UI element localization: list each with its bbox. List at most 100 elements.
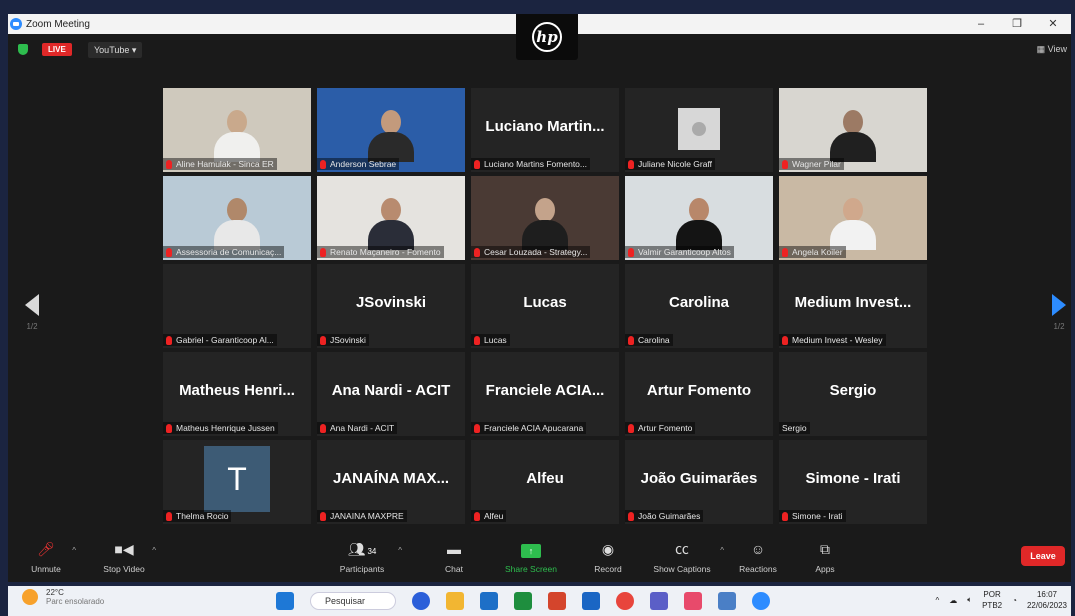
participant-tile[interactable]: Valmir Garanticoop Altos bbox=[625, 176, 773, 260]
unmute-button[interactable]: 🎤︎ ^ Unmute bbox=[28, 540, 76, 574]
excel-icon[interactable] bbox=[514, 592, 532, 610]
microphone-muted-icon bbox=[782, 247, 788, 257]
mail-icon[interactable] bbox=[480, 592, 498, 610]
chevron-up-icon[interactable]: ^ bbox=[720, 546, 724, 555]
leave-button[interactable]: Leave bbox=[1021, 546, 1065, 566]
participant-tile[interactable]: Lucas Lucas bbox=[471, 264, 619, 348]
stop-video-button[interactable]: ■◀ ^ Stop Video bbox=[96, 540, 156, 574]
record-button[interactable]: ◉ Record bbox=[588, 540, 628, 574]
participant-tile[interactable]: Franciele ACIA... Franciele ACIA Apucaran… bbox=[471, 352, 619, 436]
minimize-button[interactable]: – bbox=[963, 14, 999, 34]
tray-chevron-up-icon[interactable]: ^ bbox=[936, 596, 940, 605]
participants-label: Participants bbox=[339, 564, 385, 574]
chevron-up-icon[interactable]: ^ bbox=[152, 546, 156, 555]
participant-tile[interactable]: João Guimarães João Guimarães bbox=[625, 440, 773, 524]
participant-name-label: Simone - Irati bbox=[779, 510, 846, 522]
participant-tile[interactable]: Simone - Irati Simone - Irati bbox=[779, 440, 927, 524]
apps-button[interactable]: ⧉ Apps bbox=[810, 540, 840, 574]
microphone-muted-icon bbox=[166, 247, 172, 257]
participant-tile[interactable]: Wagner Pilar bbox=[779, 88, 927, 172]
app-icon[interactable] bbox=[684, 592, 702, 610]
task-view-icon[interactable] bbox=[412, 592, 430, 610]
participant-tile[interactable]: Juliane Nicole Graff bbox=[625, 88, 773, 172]
participant-name-label: Ana Nardi - ACIT bbox=[317, 422, 398, 434]
participant-tile[interactable]: Artur Fomento Artur Fomento bbox=[625, 352, 773, 436]
participant-name: Ana Nardi - ACIT bbox=[330, 423, 395, 433]
participant-figure bbox=[368, 110, 414, 162]
participant-figure bbox=[214, 198, 260, 250]
microphone-muted-icon bbox=[628, 511, 634, 521]
participant-tile[interactable]: Angela Koiler bbox=[779, 176, 927, 260]
outlook-icon[interactable] bbox=[582, 592, 600, 610]
reactions-label: Reactions bbox=[739, 564, 777, 574]
participant-tile[interactable]: JSovinski JSovinski bbox=[317, 264, 465, 348]
participant-tile[interactable]: Cesar Louzada - Strategy... bbox=[471, 176, 619, 260]
chevron-up-icon[interactable]: ^ bbox=[398, 546, 402, 555]
microphone-muted-icon bbox=[628, 159, 634, 169]
participant-tile[interactable]: Sergio Sergio bbox=[779, 352, 927, 436]
microphone-muted-icon bbox=[320, 511, 326, 521]
participant-name-label: Franciele ACIA Apucarana bbox=[471, 422, 587, 434]
next-page-button[interactable]: 1/2 bbox=[1047, 294, 1071, 331]
participant-tile[interactable]: Medium Invest... Medium Invest - Wesley bbox=[779, 264, 927, 348]
participant-tile[interactable]: Alfeu Alfeu bbox=[471, 440, 619, 524]
participant-name-label: Gabriel - Garanticoop Al... bbox=[163, 334, 277, 346]
close-button[interactable]: ✕ bbox=[1035, 14, 1071, 34]
participant-name-label: Sergio bbox=[779, 422, 810, 434]
weather-widget[interactable]: 22°C Parc ensolarado bbox=[22, 588, 104, 606]
restore-button[interactable]: ❐ bbox=[999, 14, 1035, 34]
participant-tile[interactable]: Assessoria de Comunicaç... bbox=[163, 176, 311, 260]
microphone-muted-icon bbox=[782, 335, 788, 345]
chat-button[interactable]: ▬ Chat bbox=[436, 540, 472, 574]
clock-date: 22/06/2023 bbox=[1026, 601, 1067, 610]
participant-tile[interactable]: JANAÍNA MAX... JANAINA MAXPRE bbox=[317, 440, 465, 524]
taskbar-clock[interactable]: 16:07 22/06/2023 bbox=[1027, 589, 1067, 611]
taskbar-search[interactable]: Pesquisar bbox=[310, 592, 396, 610]
participant-name: Matheus Henrique Jussen bbox=[176, 423, 275, 433]
volume-icon[interactable]: 🔈︎ bbox=[967, 595, 972, 605]
security-shield-icon[interactable] bbox=[18, 44, 28, 55]
calculator-icon[interactable] bbox=[718, 592, 736, 610]
page-indicator-right: 1/2 bbox=[1053, 322, 1065, 331]
windows-start-icon[interactable] bbox=[276, 592, 294, 610]
zoom-window: Zoom Meeting – ❐ ✕ hp LIVE YouTube ▾ ▦ V… bbox=[8, 14, 1071, 582]
chevron-up-icon[interactable]: ^ bbox=[72, 546, 76, 555]
participant-tile[interactable]: Gabriel - Garanticoop Al... bbox=[163, 264, 311, 348]
chrome-icon[interactable] bbox=[616, 592, 634, 610]
participant-tile[interactable]: Aline Hamulak - Sinca ER bbox=[163, 88, 311, 172]
view-button[interactable]: ▦ View bbox=[1037, 44, 1067, 55]
participant-gallery: Aline Hamulak - Sinca ER Anderson Sebrae L… bbox=[163, 88, 929, 528]
participant-name: João Guimarães bbox=[638, 511, 701, 521]
participant-name-label: Renato Maçaneiro - Fomento bbox=[317, 246, 444, 258]
record-label: Record bbox=[594, 564, 622, 574]
reactions-button[interactable]: ☺ Reactions bbox=[734, 540, 782, 574]
participant-tile[interactable]: Ana Nardi - ACIT Ana Nardi - ACIT bbox=[317, 352, 465, 436]
microphone-muted-icon bbox=[320, 159, 326, 169]
share-screen-button[interactable]: ↑ Share Screen bbox=[498, 540, 564, 574]
microphone-muted-icon bbox=[166, 423, 172, 433]
participant-tile[interactable]: T Thelma Rocio bbox=[163, 440, 311, 524]
previous-page-button[interactable]: 1/2 bbox=[20, 294, 44, 331]
participant-name: Alfeu bbox=[484, 511, 504, 521]
language-indicator[interactable]: POR PTB2 bbox=[982, 589, 1002, 611]
participant-tile[interactable]: Matheus Henri... Matheus Henrique Jussen bbox=[163, 352, 311, 436]
live-badge[interactable]: LIVE bbox=[42, 43, 72, 56]
onedrive-icon[interactable]: ☁ bbox=[949, 596, 957, 605]
share-screen-label: Share Screen bbox=[505, 564, 557, 574]
participant-tile[interactable]: Renato Maçaneiro - Fomento bbox=[317, 176, 465, 260]
zoom-taskbar-icon[interactable] bbox=[752, 592, 770, 610]
participant-name: JANAINA MAXPRE bbox=[330, 511, 404, 521]
participant-display-name: João Guimarães bbox=[640, 470, 758, 487]
show-captions-button[interactable]: ㏄ ^ Show Captions bbox=[646, 540, 724, 574]
powerpoint-icon[interactable] bbox=[548, 592, 566, 610]
participant-tile[interactable]: Luciano Martin... Luciano Martins Fomento… bbox=[471, 88, 619, 172]
participant-tile[interactable]: Carolina Carolina bbox=[625, 264, 773, 348]
participant-name-label: Cesar Louzada - Strategy... bbox=[471, 246, 591, 258]
participant-tile[interactable]: Anderson Sebrae bbox=[317, 88, 465, 172]
microphone-muted-icon bbox=[320, 335, 326, 345]
file-explorer-icon[interactable] bbox=[446, 592, 464, 610]
stream-destination-dropdown[interactable]: YouTube ▾ bbox=[88, 42, 143, 58]
participants-button[interactable]: 👥︎ 34 ^ Participants bbox=[332, 540, 402, 574]
wifi-icon[interactable]: ◔ bbox=[1012, 596, 1017, 605]
teams-icon[interactable] bbox=[650, 592, 668, 610]
